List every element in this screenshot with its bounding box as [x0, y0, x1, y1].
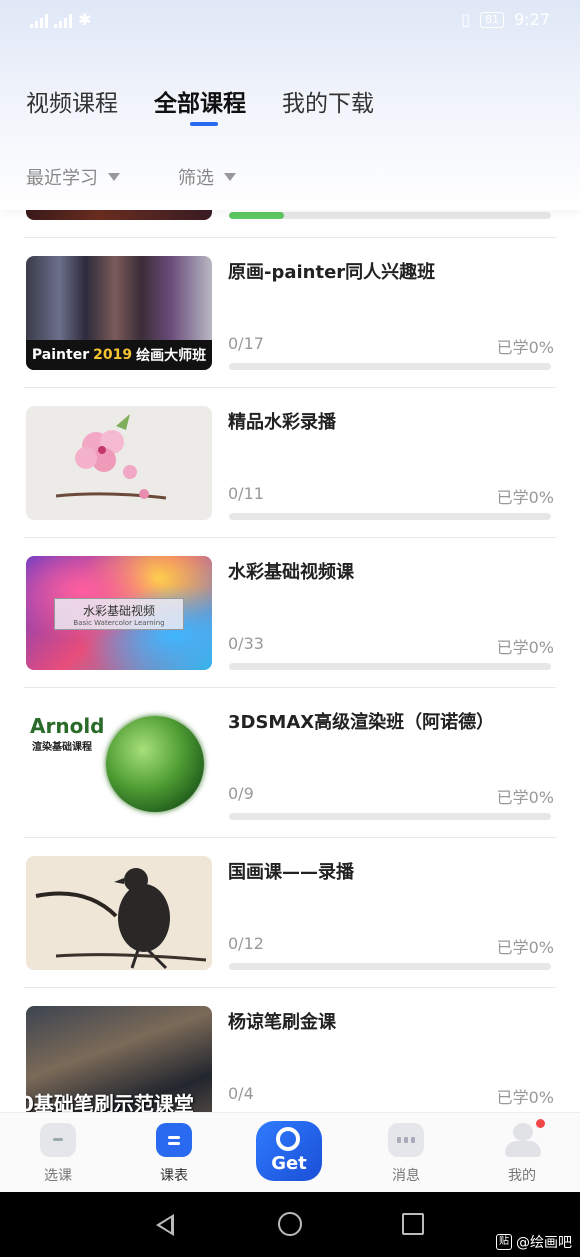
progress-bar: [229, 363, 551, 370]
lesson-count: 0/9: [228, 784, 254, 803]
signal-icon: [30, 12, 48, 28]
nav-item-messages[interactable]: 消息: [366, 1123, 446, 1185]
filter-label: 筛选: [178, 168, 214, 189]
lesson-count: 0/4: [228, 1084, 254, 1103]
lesson-count: 0/12: [228, 934, 264, 953]
thumbnail-text: 绘画大师班: [136, 348, 207, 364]
watermark-text: @绘画吧: [516, 1235, 572, 1251]
thumbnail-text: Arnold: [30, 714, 105, 738]
active-tab-indicator: [190, 122, 218, 126]
notification-badge: [536, 1119, 545, 1128]
nav-item-profile[interactable]: 我的: [482, 1119, 562, 1185]
nav-item-schedule[interactable]: 课表: [134, 1123, 214, 1185]
course-item[interactable]: 0基础笔刷示范课堂 杨谅笔刷金课 0/4 已学0%: [24, 988, 556, 1112]
course-title: 精品水彩录播: [228, 412, 336, 433]
progress-percent: 已学0%: [496, 938, 554, 957]
ink-bird-illustration: [35, 868, 207, 970]
thumbnail-year: 2019: [93, 347, 133, 363]
progress-fill: [229, 212, 284, 219]
tab-bar: 视频课程 全部课程 我的下载: [26, 84, 374, 118]
course-thumbnail: Painter 2019 绘画大师班: [26, 256, 212, 370]
thumbnail-plate: 水彩基础视频 Basic Watercolor Learning: [54, 598, 184, 630]
caret-down-icon: [108, 173, 120, 181]
header: ✱ ▯ 81 9:27 视频课程 全部课程 我的下载 最近学习 筛选: [0, 0, 580, 210]
course-title: 杨谅笔刷金课: [228, 1012, 336, 1033]
status-right: ▯ 81 9:27: [461, 10, 550, 29]
tab-my-downloads[interactable]: 我的下载: [282, 84, 374, 118]
course-title: 3DSMAX高级渲染班（阿诺德）: [228, 712, 495, 733]
flower-illustration: [55, 414, 167, 500]
status-left: ✱: [30, 10, 91, 29]
course-thumbnail: 0基础笔刷示范课堂: [26, 1006, 212, 1112]
tab-all-courses[interactable]: 全部课程: [154, 84, 246, 118]
course-item[interactable]: Painter 2019 绘画大师班 原画-painter同人兴趣班 0/17 …: [24, 238, 556, 388]
course-item[interactable]: 精品水彩录播 0/11 已学0%: [24, 388, 556, 538]
filter-bar: 最近学习 筛选: [26, 164, 236, 190]
schedule-icon: [156, 1123, 192, 1157]
recent-apps-icon[interactable]: [402, 1213, 424, 1235]
tab-video-courses[interactable]: 视频课程: [26, 84, 118, 118]
filter-dropdown[interactable]: 筛选: [178, 164, 236, 190]
progress-percent: 已学0%: [496, 1088, 554, 1107]
thumbnail-text: Painter: [31, 347, 90, 363]
thumbnail-subtext: 渲染基础课程: [32, 742, 92, 753]
app-badge-icon: 贴: [496, 1234, 512, 1250]
progress-percent: 已学0%: [496, 638, 554, 657]
course-thumbnail: [26, 406, 212, 520]
nav-label: 我的: [508, 1168, 536, 1184]
battery-icon: 81: [480, 11, 505, 28]
get-logo-icon: [276, 1127, 300, 1151]
course-title: 原画-painter同人兴趣班: [228, 262, 436, 283]
course-list: Painter 2019 绘画大师班 原画-painter同人兴趣班 0/17 …: [0, 188, 580, 1112]
fur-sphere-image: [106, 716, 204, 812]
message-icon: [388, 1123, 424, 1157]
course-item[interactable]: Arnold 渲染基础课程 3DSMAX高级渲染班（阿诺德） 0/9 已学0%: [24, 688, 556, 838]
system-nav-bar: [0, 1192, 580, 1257]
course-thumbnail: 水彩基础视频 Basic Watercolor Learning: [26, 556, 212, 670]
thumbnail-subtext: Basic Watercolor Learning: [73, 618, 165, 627]
signal-icon: [54, 12, 72, 28]
get-label: Get: [271, 1153, 307, 1174]
progress-bar: [229, 813, 551, 820]
progress-percent: 已学0%: [496, 488, 554, 507]
get-button[interactable]: Get: [256, 1121, 322, 1181]
lesson-count: 0/17: [228, 334, 264, 353]
status-time: 9:27: [514, 10, 550, 29]
vibrate-icon: ▯: [461, 10, 471, 29]
course-item[interactable]: 国画课——录播 0/12 已学0%: [24, 838, 556, 988]
bottom-nav: 选课 课表 Get 消息 我的: [0, 1112, 580, 1192]
nav-item-course-select[interactable]: 选课: [18, 1123, 98, 1185]
progress-bar: [229, 963, 551, 970]
watermark: 贴 @绘画吧: [496, 1232, 572, 1252]
home-icon[interactable]: [278, 1212, 302, 1236]
status-bar: ✱ ▯ 81 9:27: [0, 0, 580, 42]
thumbnail-text: 水彩基础视频: [82, 603, 155, 618]
back-icon[interactable]: [156, 1214, 174, 1236]
progress-bar: [229, 663, 551, 670]
course-title: 国画课——录播: [228, 862, 354, 883]
thumbnail-text: 0基础笔刷示范课堂: [26, 1092, 194, 1112]
progress-percent: 已学0%: [496, 788, 554, 807]
sort-label: 最近学习: [26, 168, 98, 189]
progress-bar: [229, 513, 551, 520]
lesson-count: 0/11: [228, 484, 264, 503]
course-item[interactable]: 水彩基础视频 Basic Watercolor Learning 水彩基础视频课…: [24, 538, 556, 688]
course-select-icon: [40, 1123, 76, 1157]
nav-label: 课表: [160, 1168, 188, 1184]
progress-bar: [229, 212, 551, 219]
course-title: 水彩基础视频课: [228, 562, 354, 583]
bluetooth-icon: ✱: [78, 10, 92, 29]
progress-percent: 已学0%: [496, 338, 554, 357]
thumbnail-banner: Painter 2019 绘画大师班: [26, 340, 212, 370]
course-thumbnail: Arnold 渲染基础课程: [26, 706, 212, 820]
caret-down-icon: [224, 173, 236, 181]
sort-dropdown[interactable]: 最近学习: [26, 164, 120, 190]
lesson-count: 0/33: [228, 634, 264, 653]
nav-label: 选课: [44, 1168, 72, 1184]
profile-icon: [505, 1119, 545, 1157]
course-thumbnail: [26, 856, 212, 970]
nav-label: 消息: [392, 1168, 420, 1184]
